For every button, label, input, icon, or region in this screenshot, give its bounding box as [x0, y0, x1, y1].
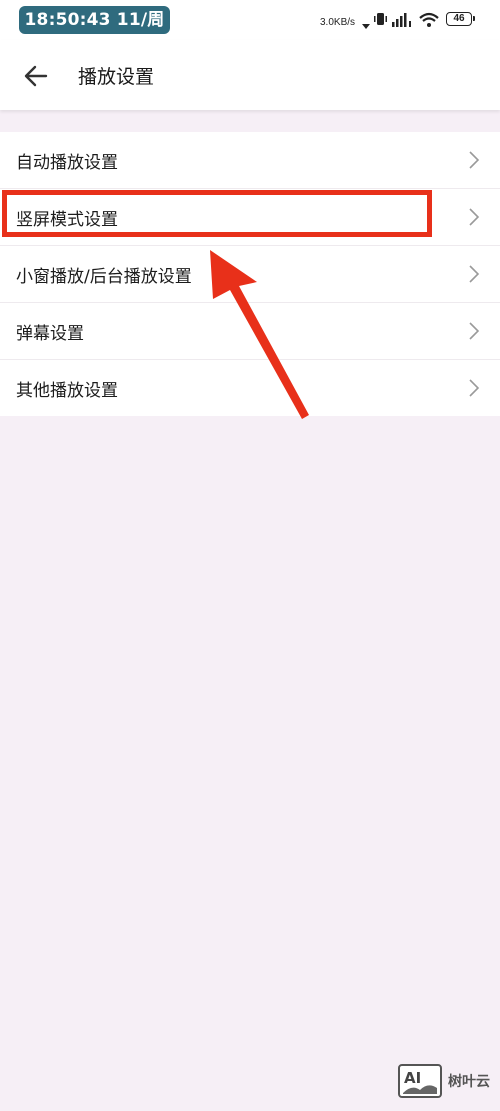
settings-list: 自动播放设置 竖屏模式设置 小窗播放/后台播放设置 弹幕设置 其他播放设置: [0, 132, 500, 416]
status-bar: 18:50:43 11/周三 3.0KB/s 46: [0, 0, 500, 58]
back-button[interactable]: [18, 60, 54, 92]
chevron-right-icon: [469, 322, 480, 340]
status-clock: 18:50:43 11/周三: [19, 6, 170, 58]
battery-icon: 46: [446, 12, 475, 26]
signal-icon-2: [409, 21, 411, 27]
chevron-right-icon: [469, 265, 480, 283]
data-arrow-icon: [362, 24, 370, 29]
highlight-box: [2, 190, 432, 237]
network-speed: 3.0KB/s: [320, 17, 356, 28]
status-icons: [362, 12, 439, 29]
svg-text:AI: AI: [404, 1069, 421, 1087]
settings-item-label: 弹幕设置: [16, 323, 84, 344]
settings-item-danmaku[interactable]: 弹幕设置: [0, 303, 500, 360]
watermark: AI 树叶云: [398, 1063, 490, 1099]
settings-item-mini-window[interactable]: 小窗播放/后台播放设置: [0, 246, 500, 303]
settings-item-label: 其他播放设置: [16, 380, 118, 401]
wifi-icon: [419, 12, 439, 27]
settings-item-autoplay[interactable]: 自动播放设置: [0, 132, 500, 189]
arrow-left-icon: [24, 65, 48, 87]
signal-icon-1: [392, 13, 407, 27]
chevron-right-icon: [469, 379, 480, 397]
page-title: 播放设置: [78, 66, 155, 88]
watermark-logo-icon: AI: [398, 1064, 442, 1098]
chevron-right-icon: [469, 208, 480, 226]
app-header: 播放设置: [0, 40, 500, 110]
watermark-text: 树叶云: [448, 1074, 490, 1090]
chevron-right-icon: [469, 151, 480, 169]
settings-item-label: 自动播放设置: [16, 152, 118, 173]
settings-item-other[interactable]: 其他播放设置: [0, 360, 500, 416]
settings-item-label: 小窗播放/后台播放设置: [16, 266, 192, 287]
vibrate-icon: [374, 13, 387, 25]
